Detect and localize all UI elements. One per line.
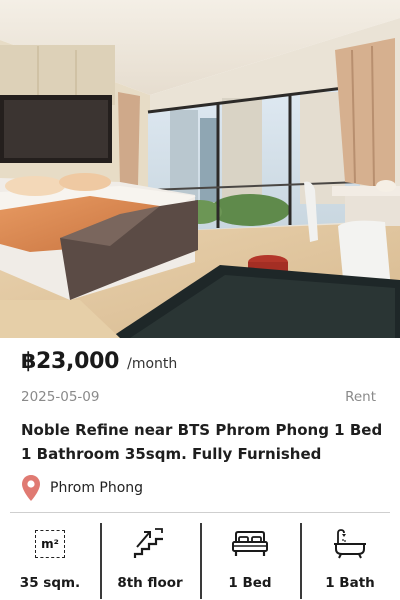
- listing-date: 2025-05-09: [21, 389, 100, 405]
- feature-bath: 1 Bath: [300, 513, 400, 600]
- bedroom-photo: [0, 0, 400, 338]
- listing-type: Rent: [345, 389, 376, 405]
- location-row: Phrom Phong: [21, 474, 143, 502]
- feature-bed: 1 Bed: [200, 513, 300, 600]
- feature-bar: m² 35 sqm. 8th floor 1 Bed 1 Bath: [0, 513, 400, 600]
- listing-title[interactable]: Noble Refine near BTS Phrom Phong 1 Bed …: [21, 418, 386, 466]
- bathtub-icon: [334, 529, 366, 559]
- bed-icon: [232, 531, 268, 556]
- price-row: ฿23,000 /month: [21, 349, 177, 374]
- location-pin-icon: [22, 475, 40, 501]
- feature-bed-label: 1 Bed: [228, 575, 272, 591]
- feature-bath-label: 1 Bath: [325, 575, 375, 591]
- listing-photo[interactable]: [0, 0, 400, 338]
- feature-area-label: 35 sqm.: [19, 575, 81, 591]
- feature-floor-label: 8th floor: [117, 575, 183, 591]
- area-icon: m²: [35, 530, 65, 558]
- price-period: /month: [127, 356, 178, 372]
- price: ฿23,000: [21, 349, 120, 374]
- location-name: Phrom Phong: [50, 480, 144, 496]
- feature-area: m² 35 sqm.: [0, 513, 100, 600]
- feature-floor: 8th floor: [100, 513, 200, 600]
- meta-row: 2025-05-09 Rent: [21, 389, 376, 405]
- stairs-icon: [133, 528, 163, 558]
